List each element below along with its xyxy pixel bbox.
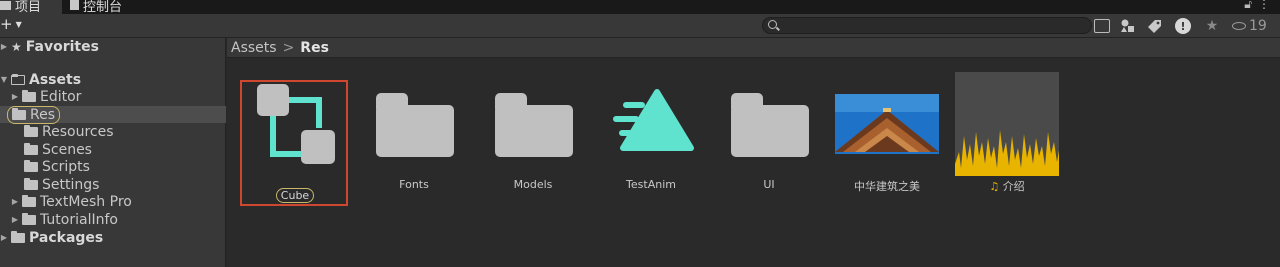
folder-icon [362,72,466,176]
audio-name-label: 介绍 [1002,180,1025,193]
tree-item-scripts[interactable]: Scripts [0,158,226,175]
folder-icon [22,89,36,102]
console-icon [70,0,79,10]
favorite-star-icon[interactable]: ★ [1203,18,1221,34]
audio-waveform-thumbnail [955,72,1059,176]
asset-models[interactable]: Models [481,72,585,192]
asset-fonts[interactable]: Fonts [362,72,466,192]
asset-name: Models [513,178,553,191]
tree-item-label: TutorialInfo [40,211,118,228]
folder-icon [481,72,585,176]
hidden-packages-toggle[interactable]: 19 [1232,18,1278,34]
tree-item-label: Settings [42,176,100,193]
folder-icon [24,177,38,190]
folder-icon [22,194,36,207]
breadcrumb-separator: > [282,39,295,56]
asset-name: Cube [243,188,347,203]
asset-audio[interactable]: ♫ 介绍 [955,72,1059,194]
kebab-menu-icon[interactable]: ⋮ [1258,0,1270,12]
folder-open-icon [11,73,25,85]
search-by-label-icon[interactable] [1146,18,1164,34]
show-warnings-icon[interactable]: ! [1175,18,1191,34]
expand-arrow-icon[interactable]: ▶ [11,197,19,206]
folder-icon [12,107,26,120]
expand-arrow-icon[interactable]: ▶ [0,233,8,242]
search-icon [768,20,777,29]
tab-project-label: 项目 [15,0,42,15]
chevron-down-icon: ▼ [15,19,22,29]
folder-icon [24,159,38,172]
image-thumbnail [835,72,939,176]
tree-item-assets[interactable]: ▼ Assets [0,71,226,88]
tree-item-res[interactable]: Res [0,105,226,124]
music-note-icon: ♫ [989,180,1000,193]
tree-item-textmesh-pro[interactable]: ▶ TextMesh Pro [0,193,226,210]
tree-item-label: Favorites [25,38,99,55]
asset-ui[interactable]: UI [717,72,821,192]
expand-arrow-icon[interactable]: ▶ [11,92,19,101]
folder-icon [24,142,38,155]
asset-name: UI [763,178,775,191]
asset-image[interactable]: 中华建筑之美 [835,72,939,193]
tree-item-label: Packages [29,229,104,246]
tree-item-label: TextMesh Pro [40,193,132,210]
eye-icon [1232,22,1246,30]
expand-arrow-icon[interactable]: ▶ [11,215,19,224]
asset-name-highlight: Cube [275,188,315,203]
type-shapes-icon [1121,19,1134,32]
tab-console-label: 控制台 [83,0,123,15]
folder-icon [0,0,11,10]
tree-item-label: Scripts [42,158,90,175]
folder-icon [717,72,821,176]
tree-item-editor[interactable]: ▶ Editor [0,88,226,105]
search-by-filter-icon[interactable] [1094,19,1110,33]
prefab-icon [243,82,347,186]
folder-tree: ▶ ★ Favorites ▼ Assets ▶ Editor Res Reso… [0,38,226,267]
project-toolbar: + ▼ ! ★ 19 [0,14,1280,38]
expand-arrow-icon[interactable]: ▶ [0,42,8,51]
add-asset-button[interactable]: + ▼ [0,15,22,33]
breadcrumb-assets[interactable]: Assets [231,40,277,56]
hidden-count: 19 [1249,18,1267,34]
tree-item-resources[interactable]: Resources [0,123,226,140]
breadcrumb-res[interactable]: Res [300,40,329,56]
tag-icon [1148,20,1161,33]
folder-icon [24,124,38,137]
tab-console[interactable]: 控制台 [70,0,123,15]
tab-project[interactable]: 项目 [0,0,62,15]
tree-item-label: Res [30,106,56,123]
tree-item-label: Assets [29,71,82,88]
tree-item-packages[interactable]: ▶ Packages [0,229,226,246]
asset-name: ♫ 介绍 [955,178,1059,194]
asset-name: TestAnim [626,178,676,191]
animation-icon [599,72,703,176]
star-icon: ★ [11,39,22,54]
tree-item-scenes[interactable]: Scenes [0,141,226,158]
breadcrumb: Assets > Res [227,38,1280,58]
lock-icon[interactable]: 🔓︎ [1244,0,1252,12]
window-controls: 🔓︎ ⋮ [1244,0,1270,12]
search-input[interactable] [762,17,1092,34]
tree-item-label: Editor [40,88,82,105]
asset-name: Fonts [399,178,429,191]
asset-testanim[interactable]: TestAnim [599,72,703,192]
tree-item-favorites[interactable]: ▶ ★ Favorites [0,38,226,55]
asset-name: 中华建筑之美 [854,180,920,193]
search-by-type-icon[interactable] [1119,18,1137,34]
add-label: + [0,15,13,33]
tree-item-label: Resources [42,123,114,140]
selected-highlight: Res [7,105,61,124]
tree-item-settings[interactable]: Settings [0,176,226,193]
tree-item-tutorialinfo[interactable]: ▶ TutorialInfo [0,211,226,228]
tree-item-label: Scenes [42,141,92,158]
folder-icon [11,230,25,243]
window-tab-bar: 项目 控制台 🔓︎ ⋮ [0,0,1280,15]
collapse-arrow-icon[interactable]: ▼ [0,75,8,84]
folder-icon [22,212,36,225]
asset-cube[interactable]: Cube [243,82,347,203]
